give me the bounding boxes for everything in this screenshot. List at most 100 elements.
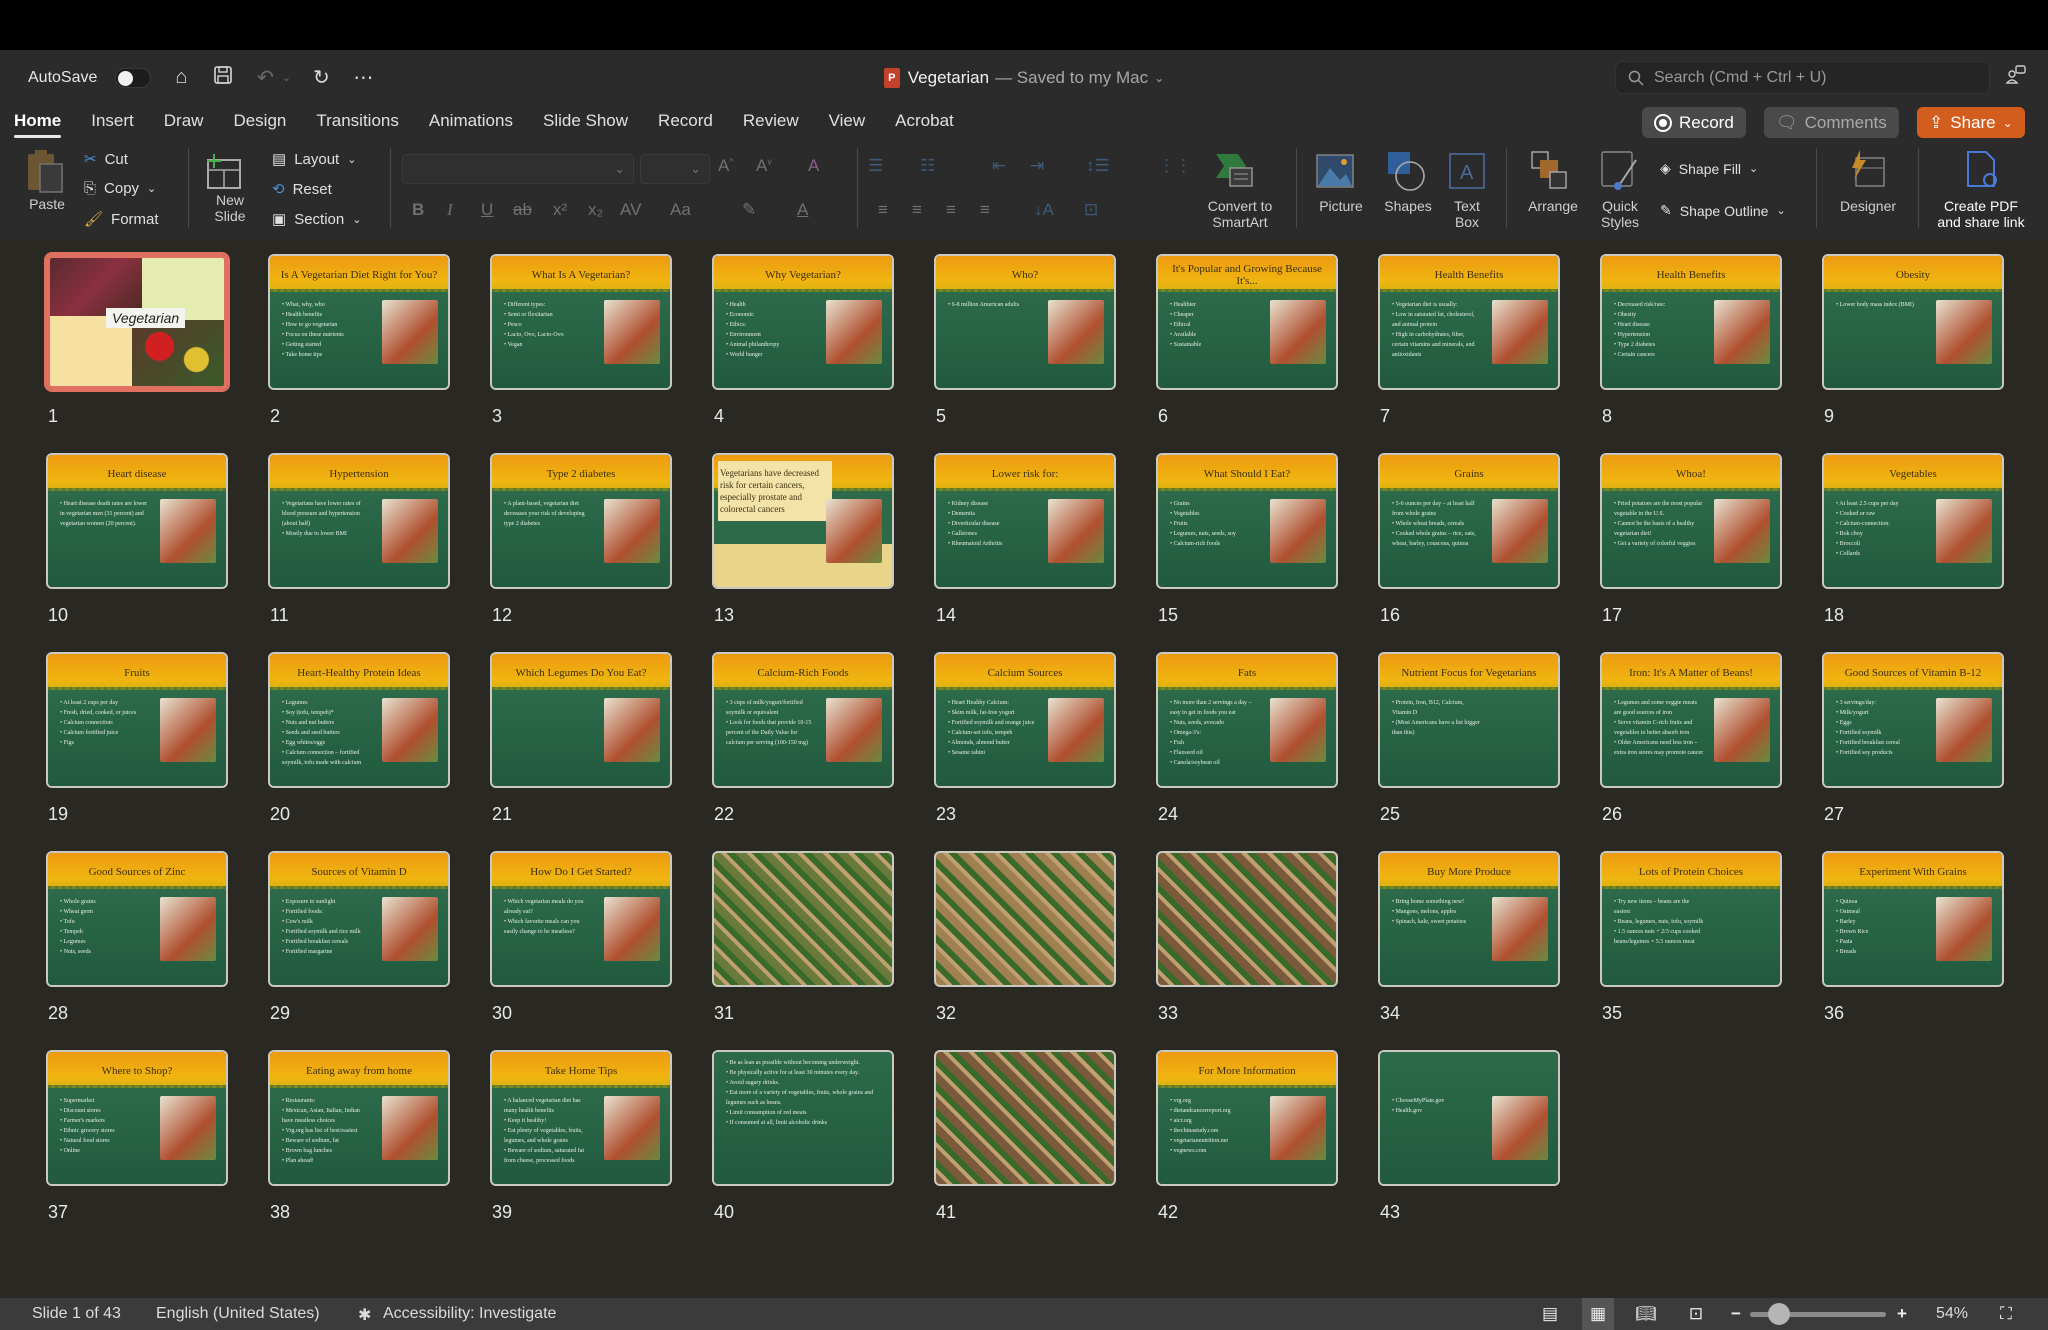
tab-transitions[interactable]: Transitions xyxy=(316,105,399,140)
format-painter-button[interactable]: 🖌︎ Format xyxy=(84,210,159,229)
decrease-indent-icon[interactable]: ⇤ xyxy=(992,156,1006,176)
highlight-icon[interactable]: ✎ xyxy=(742,200,756,220)
line-spacing-icon[interactable]: ↕☰ xyxy=(1086,156,1110,176)
increase-indent-icon[interactable]: ⇥ xyxy=(1030,156,1044,176)
slide-thumbnail[interactable]: Heart disease • Heart disease death rates… xyxy=(46,453,228,589)
decrease-font-size-icon[interactable]: Av xyxy=(756,156,772,176)
tab-home[interactable]: Home xyxy=(14,105,62,140)
slide-thumbnail[interactable]: Vegetarians have decreased risk for cert… xyxy=(712,453,894,589)
arrange-button[interactable]: Arrange xyxy=(1518,140,1588,242)
tab-record[interactable]: Record xyxy=(658,105,713,140)
shape-outline-button[interactable]: ✎ Shape Outline ⌄ xyxy=(1660,202,1786,219)
slide-thumbnail[interactable]: Sources of Vitamin D • Exposure to sunlig… xyxy=(268,851,450,987)
slide-thumbnail[interactable]: Take Home Tips • A balanced vegetarian di… xyxy=(490,1050,672,1186)
italic-icon[interactable]: I xyxy=(447,200,453,220)
zoom-slider-handle[interactable] xyxy=(1768,1303,1791,1325)
reading-view-icon[interactable]: 📖︎ xyxy=(1630,1298,1662,1330)
slide-thumbnail[interactable]: Lower risk for: • Kidney disease • Dement… xyxy=(934,453,1116,589)
slide-thumbnail[interactable]: Type 2 diabetes • A plant-based, vegetari… xyxy=(490,453,672,589)
align-right-icon[interactable]: ≡ xyxy=(946,200,956,220)
zoom-in-icon[interactable]: + xyxy=(1886,1298,1918,1330)
slide-thumbnail[interactable]: Calcium-Rich Foods • 3 cups of milk/yogur… xyxy=(712,652,894,788)
slide-thumbnail[interactable]: Health Benefits • Decreased risk/rate: • … xyxy=(1600,254,1782,390)
slideshow-view-icon[interactable]: ⊡ xyxy=(1680,1298,1712,1330)
slide-thumbnail[interactable]: Heart-Healthy Protein Ideas • Legumes • S… xyxy=(268,652,450,788)
share-button[interactable]: ⇪ Share ⌄ xyxy=(1917,107,2025,138)
quick-styles-button[interactable]: Quick Styles xyxy=(1592,140,1648,242)
language-indicator[interactable]: English (United States) xyxy=(156,1305,320,1323)
increase-font-size-icon[interactable]: A^ xyxy=(718,156,734,176)
font-color-icon[interactable]: A xyxy=(797,200,808,220)
slide-thumbnail[interactable] xyxy=(934,851,1116,987)
slide-thumbnail[interactable]: Nutrient Focus for Vegetarians • Protein,… xyxy=(1378,652,1560,788)
redo-icon[interactable]: ↻ xyxy=(309,65,333,90)
normal-view-icon[interactable]: ▤ xyxy=(1534,1298,1566,1330)
slide-thumbnail[interactable]: Buy More Produce • Bring home something n… xyxy=(1378,851,1560,987)
superscript-icon[interactable]: x² xyxy=(553,200,567,220)
bullets-icon[interactable]: ☰ xyxy=(868,156,883,176)
tab-acrobat[interactable]: Acrobat xyxy=(895,105,954,140)
align-center-icon[interactable]: ≡ xyxy=(912,200,922,220)
autosave-toggle[interactable] xyxy=(115,67,152,88)
slide-thumbnail[interactable] xyxy=(1156,851,1338,987)
save-icon[interactable] xyxy=(211,65,235,91)
title-chevron-down-icon[interactable]: ⌄ xyxy=(1154,71,1164,85)
slide-thumbnail[interactable]: What Is A Vegetarian? • Different types: … xyxy=(490,254,672,390)
text-box-button[interactable]: A Text Box xyxy=(1442,140,1492,242)
clear-formatting-icon[interactable]: A xyxy=(808,156,819,176)
create-pdf-button[interactable]: Create PDF and share link xyxy=(1926,140,2036,242)
new-slide-button[interactable]: New Slide xyxy=(198,140,266,242)
zoom-level[interactable]: 54% xyxy=(1936,1305,1968,1323)
slide-thumbnail[interactable]: Grains • 5-6 ounces per day – at least ha… xyxy=(1378,453,1560,589)
accessibility-status[interactable]: Accessibility: Investigate xyxy=(383,1305,556,1323)
convert-to-smartart-button[interactable]: Convert to SmartArt xyxy=(1196,140,1284,242)
undo-icon[interactable]: ↶ xyxy=(253,65,277,90)
designer-button[interactable]: Designer xyxy=(1826,140,1910,242)
undo-dropdown-icon[interactable]: ⌄ xyxy=(281,71,291,84)
slide-thumbnail[interactable]: Eating away from home • Restaurants: • Me… xyxy=(268,1050,450,1186)
section-button[interactable]: ▣ Section ⌄ xyxy=(272,210,361,229)
copy-button[interactable]: ⎘ Copy ⌄ xyxy=(84,180,156,197)
slide-thumbnail[interactable]: Vegetarian xyxy=(44,252,230,392)
slide-thumbnail[interactable]: How Do I Get Started? • Which vegetarian … xyxy=(490,851,672,987)
slide-thumbnail[interactable]: Which Legumes Do You Eat? xyxy=(490,652,672,788)
more-icon[interactable]: ⋯ xyxy=(351,65,375,90)
tab-animations[interactable]: Animations xyxy=(429,105,513,140)
tab-slide-show[interactable]: Slide Show xyxy=(543,105,628,140)
underline-icon[interactable]: U xyxy=(481,200,493,220)
tab-review[interactable]: Review xyxy=(743,105,799,140)
slide-thumbnail[interactable]: Health Benefits • Vegetarian diet is usua… xyxy=(1378,254,1560,390)
font-name-dropdown[interactable]: ⌄ xyxy=(402,154,634,184)
slide-thumbnail[interactable]: For More Information • vrg.org • dietandc… xyxy=(1156,1050,1338,1186)
slide-thumbnail[interactable]: Fruits • At least 2 cups per day • Fresh,… xyxy=(46,652,228,788)
coauthoring-icon[interactable] xyxy=(2005,64,2027,92)
shapes-button[interactable]: Shapes xyxy=(1378,140,1438,242)
slide-thumbnail[interactable]: • ChooseMyPlate.gov • Health.gov xyxy=(1378,1050,1560,1186)
cut-button[interactable]: ✂ Cut xyxy=(84,150,128,169)
slide-sorter-view-icon[interactable]: ▦ xyxy=(1582,1298,1614,1330)
strikethrough-icon[interactable]: ab xyxy=(513,200,532,220)
slide-thumbnail[interactable]: Experiment With Grains • Quinoa • Oatmeal… xyxy=(1822,851,2004,987)
slide-thumbnail[interactable]: Good Sources of Zinc • Whole grains • Whe… xyxy=(46,851,228,987)
slide-thumbnail[interactable] xyxy=(712,851,894,987)
slide-thumbnail[interactable]: What Should I Eat? • Grains • Vegetables … xyxy=(1156,453,1338,589)
justify-icon[interactable]: ≡ xyxy=(980,200,990,220)
shape-fill-button[interactable]: ◈ Shape Fill ⌄ xyxy=(1660,160,1758,177)
record-button[interactable]: Record xyxy=(1642,107,1746,138)
slide-thumbnail[interactable]: Who? • 6-8 million American adults xyxy=(934,254,1116,390)
slide-thumbnail[interactable]: Obesity • Lower body mass index (BMI) xyxy=(1822,254,2004,390)
columns-icon[interactable]: ⋮⋮ xyxy=(1158,156,1192,176)
subscript-icon[interactable]: x₂ xyxy=(588,200,603,220)
bold-icon[interactable]: B xyxy=(412,200,424,220)
fit-to-window-icon[interactable]: ⛶ xyxy=(1990,1298,2022,1330)
font-size-dropdown[interactable]: ⌄ xyxy=(640,154,710,184)
align-text-icon[interactable]: ⊡ xyxy=(1084,200,1098,220)
numbering-icon[interactable]: ☷ xyxy=(920,156,935,176)
text-direction-icon[interactable]: ↓A xyxy=(1034,200,1054,220)
slide-thumbnail[interactable] xyxy=(934,1050,1116,1186)
slide-thumbnail[interactable]: It's Popular and Growing Because It's...… xyxy=(1156,254,1338,390)
zoom-out-icon[interactable]: − xyxy=(1720,1298,1752,1330)
slide-thumbnail[interactable]: Is A Vegetarian Diet Right for You? • Wha… xyxy=(268,254,450,390)
slide-thumbnail[interactable]: Where to Shop? • Supermarket • Discount s… xyxy=(46,1050,228,1186)
change-case-icon[interactable]: Aa xyxy=(670,200,691,220)
